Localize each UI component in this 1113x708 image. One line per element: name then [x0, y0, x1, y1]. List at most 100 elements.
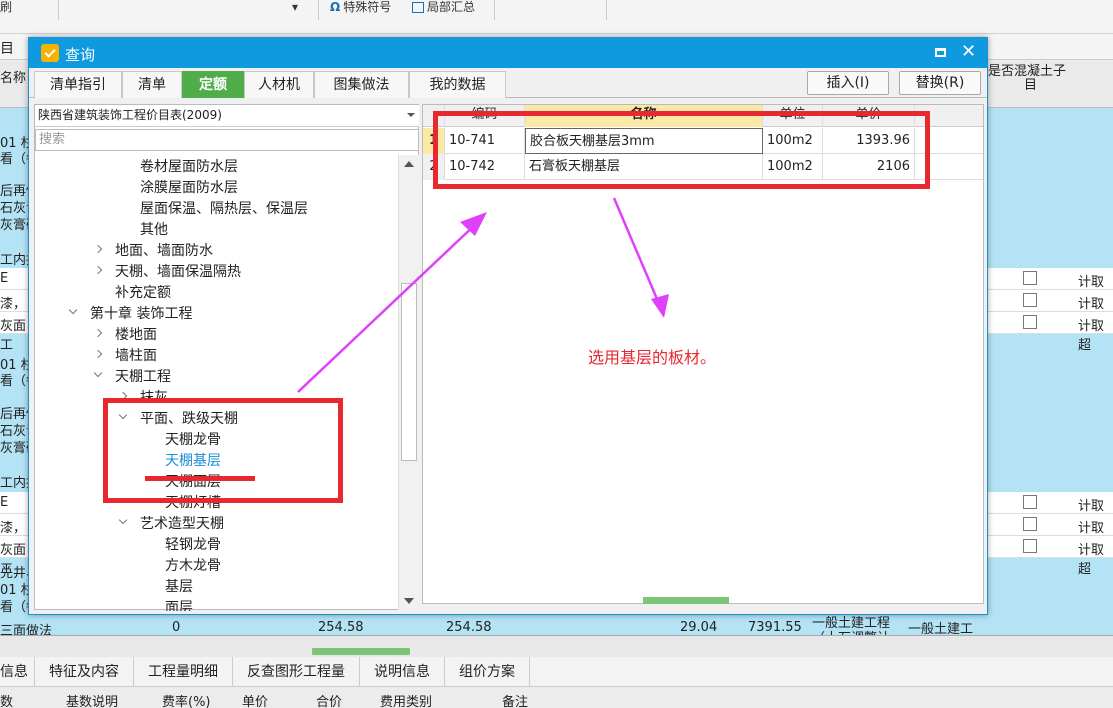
- tab-info[interactable]: 信息: [0, 657, 35, 687]
- grid-row-concrete[interactable]: 计取超: [988, 536, 1113, 577]
- tree-node-label: 地面、墙面防水: [115, 243, 213, 259]
- tree-node[interactable]: 楼地面: [35, 323, 395, 344]
- chevron-right-icon[interactable]: [93, 265, 103, 275]
- annotation-box-tree: [103, 398, 343, 503]
- maximize-icon[interactable]: [935, 48, 946, 57]
- tab-quantity-detail[interactable]: 工程量明细: [134, 657, 233, 687]
- summary-icon: [412, 1, 424, 13]
- quota-tree[interactable]: 卷材屋面防水层 涂膜屋面防水层屋面保温、隔热层、保温层 其他地面、墙面防水天棚、墙面…: [35, 155, 397, 611]
- tree-node[interactable]: 屋面保温、隔热层、保温层: [35, 197, 395, 218]
- tab-reverse-lookup[interactable]: 反查图形工程量: [233, 657, 360, 687]
- tab-labor-material[interactable]: 人材机: [244, 71, 314, 98]
- tab-atlas-method[interactable]: 图集做法: [314, 71, 409, 98]
- tree-node-label: 卷材屋面防水层: [140, 159, 238, 175]
- tree-node-label: 天棚、墙面保温隔热: [115, 264, 241, 280]
- grid-row[interactable]: 漆，抹: [0, 290, 30, 331]
- tree-node[interactable]: 第十章 装饰工程: [35, 302, 395, 323]
- tree-node[interactable]: 地面、墙面防水: [35, 239, 395, 260]
- grid-row-concrete[interactable]: 计取超: [988, 514, 1113, 555]
- tree-node-label: 屋面保温、隔热层、保温层: [140, 201, 308, 217]
- tree-node-label: 墙柱面: [115, 348, 157, 364]
- chevron-down-icon[interactable]: [68, 305, 78, 315]
- library-select[interactable]: 陕西省建筑装饰工程价目表(2009): [35, 105, 419, 127]
- dialog-tabbar: 清单指引 清单 定额 人材机 图集做法 我的数据 插入(I) 替换(R): [29, 68, 987, 98]
- chevron-down-icon[interactable]: [118, 515, 128, 525]
- chevron-right-icon[interactable]: [93, 244, 103, 254]
- omega-icon: Ω: [330, 0, 341, 14]
- concrete-checkbox[interactable]: [1023, 517, 1037, 531]
- special-symbol-button[interactable]: Ω 特殊符号: [330, 0, 391, 14]
- app-icon: [41, 44, 59, 62]
- tree-node[interactable]: 涂膜屋面防水层: [35, 176, 395, 197]
- annotation-note: 选用基层的板材。: [588, 348, 717, 367]
- chevron-down-icon[interactable]: [93, 368, 103, 378]
- fee-grid-header: 数 基数说明 费率(%) 单价 合价 费用类别 备注: [0, 687, 1113, 708]
- tree-node[interactable]: 天棚工程: [35, 365, 395, 386]
- tab-description[interactable]: 说明信息: [360, 657, 445, 687]
- tree-node-label: 楼地面: [115, 327, 157, 343]
- quota-tree-panel: 陕西省建筑装饰工程价目表(2009) 搜索 卷材屋面防水层 涂膜屋面防水层屋面保温…: [34, 104, 419, 611]
- tree-node[interactable]: 补充定额: [35, 281, 395, 302]
- tab-bill-guide[interactable]: 清单指引: [34, 71, 122, 98]
- chevron-down-icon: [407, 113, 415, 117]
- tree-node-label: 轻钢龙骨: [165, 537, 221, 553]
- tree-node-label: 方木龙骨: [165, 558, 221, 574]
- concrete-checkbox[interactable]: [1023, 293, 1037, 307]
- concrete-checkbox[interactable]: [1023, 539, 1037, 553]
- chevron-right-icon[interactable]: [93, 349, 103, 359]
- toolbar-separator: [318, 0, 319, 20]
- detail-tabs: 信息 特征及内容 工程量明细 反查图形工程量 说明信息 组价方案: [0, 657, 1113, 687]
- replace-button[interactable]: 替换(R): [899, 71, 981, 95]
- search-input[interactable]: 搜索: [35, 129, 419, 151]
- close-icon[interactable]: ✕: [961, 41, 976, 62]
- tab-quota[interactable]: 定额: [182, 71, 244, 98]
- insert-button[interactable]: 插入(I): [807, 71, 889, 95]
- dialog-title: 查询: [65, 46, 96, 64]
- concrete-checkbox[interactable]: [1023, 315, 1037, 329]
- grid-row[interactable]: E: [0, 492, 30, 514]
- grid-row-concrete[interactable]: 计取超: [988, 312, 1113, 353]
- tree-node[interactable]: 方木龙骨: [35, 554, 395, 575]
- tab-features[interactable]: 特征及内容: [35, 657, 134, 687]
- panel-splitter-handle[interactable]: [643, 597, 729, 604]
- splitter-handle[interactable]: [312, 648, 410, 655]
- tree-node[interactable]: 其他: [35, 218, 395, 239]
- tree-node-label: 艺术造型天棚: [140, 516, 224, 532]
- tree-node[interactable]: 卷材屋面防水层: [35, 155, 395, 176]
- scroll-down-icon[interactable]: [404, 598, 414, 604]
- grid-row[interactable]: 漆，抹: [0, 514, 30, 555]
- toolbar-separator: [606, 0, 607, 20]
- grid-row[interactable]: 灰面工: [0, 536, 30, 577]
- tree-node[interactable]: 轻钢龙骨: [35, 533, 395, 554]
- tab-my-data[interactable]: 我的数据: [409, 71, 506, 98]
- tab-bill[interactable]: 清单: [122, 71, 182, 98]
- tree-node-label: 其他: [140, 222, 168, 238]
- tree-node[interactable]: 墙柱面: [35, 344, 395, 365]
- tree-node-label: 补充定额: [115, 285, 171, 301]
- tree-node[interactable]: 天棚、墙面保温隔热: [35, 260, 395, 281]
- tree-node[interactable]: 面层: [35, 596, 395, 611]
- tree-node-label: 天棚工程: [115, 369, 171, 385]
- tree-node[interactable]: 基层: [35, 575, 395, 596]
- tab-pricing-plan[interactable]: 组价方案: [445, 657, 530, 687]
- toolbar-separator: [58, 0, 59, 20]
- tree-node[interactable]: 艺术造型天棚: [35, 512, 395, 533]
- splitter-bar[interactable]: [0, 635, 1113, 657]
- grid-row[interactable]: E: [0, 268, 30, 290]
- partial-summary-button[interactable]: 局部汇总: [412, 0, 475, 14]
- scroll-thumb[interactable]: [401, 283, 417, 461]
- toolbar-dropdown-chevron-icon[interactable]: ▾: [292, 0, 298, 14]
- grid-row-concrete[interactable]: 计取超: [988, 290, 1113, 331]
- scroll-up-icon[interactable]: [404, 161, 414, 167]
- toolbar-fragment-left[interactable]: 刷: [0, 0, 12, 14]
- tree-scrollbar[interactable]: [398, 155, 419, 610]
- concrete-checkbox[interactable]: [1023, 271, 1037, 285]
- tree-node-label: 涂膜屋面防水层: [140, 180, 238, 196]
- concrete-checkbox[interactable]: [1023, 495, 1037, 509]
- grid-row-concrete[interactable]: 计取超: [988, 268, 1113, 309]
- chevron-right-icon[interactable]: [93, 328, 103, 338]
- grid-row-concrete[interactable]: 计取超: [988, 492, 1113, 533]
- grid-row[interactable]: 灰面工: [0, 312, 30, 353]
- dialog-titlebar[interactable]: 查询 ✕: [29, 38, 987, 68]
- main-toolbar: 刷 ▾ Ω 特殊符号 局部汇总: [0, 0, 1113, 34]
